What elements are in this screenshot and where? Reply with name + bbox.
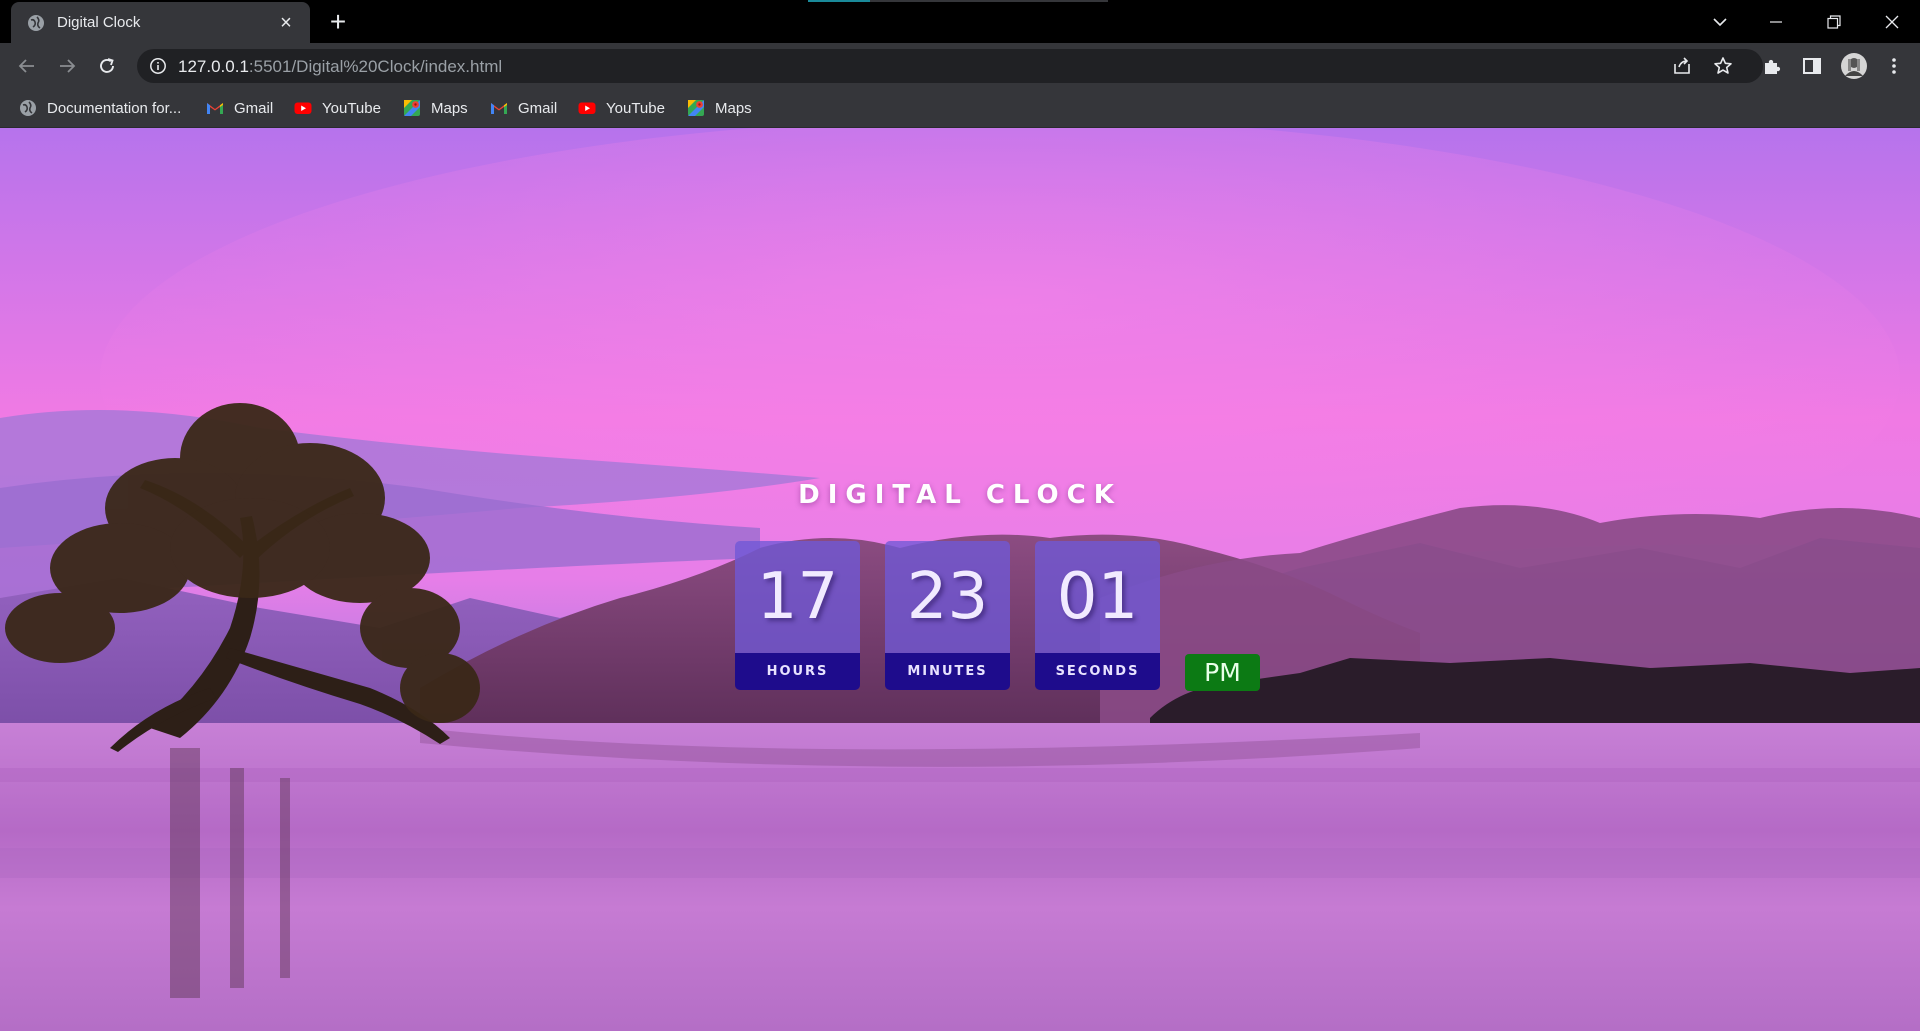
chevron-down-icon xyxy=(1713,17,1727,26)
tab-strip-indicator xyxy=(808,0,1108,2)
share-icon[interactable] xyxy=(1672,56,1692,76)
address-host: 127.0.0.1 xyxy=(178,57,249,76)
bookmark-star-icon[interactable] xyxy=(1713,56,1733,76)
profile-button[interactable] xyxy=(1840,52,1868,80)
info-icon[interactable] xyxy=(149,57,167,75)
back-button[interactable] xyxy=(12,51,42,81)
globe-icon xyxy=(28,14,44,31)
bookmark-label: Documentation for... xyxy=(47,99,182,117)
close-icon xyxy=(1885,15,1899,28)
forward-button[interactable] xyxy=(52,51,82,81)
extensions-button[interactable] xyxy=(1761,55,1783,77)
hours-unit: 17 HOURS xyxy=(735,541,860,690)
address-text[interactable]: 127.0.0.1:5501/Digital%20Clock/index.htm… xyxy=(178,57,502,77)
bookmark-documentation[interactable]: Documentation for... xyxy=(19,97,181,119)
address-path: :5501/Digital%20Clock/index.html xyxy=(248,57,503,76)
new-tab-button[interactable]: + xyxy=(324,8,352,36)
bookmark-maps[interactable]: Maps xyxy=(687,97,752,119)
bookmark-youtube[interactable]: YouTube xyxy=(578,97,665,119)
reload-button[interactable] xyxy=(92,51,122,81)
bookmark-label: YouTube xyxy=(322,99,381,117)
minimize-icon xyxy=(1770,20,1782,23)
puzzle-icon xyxy=(1765,59,1781,74)
bookmark-label: YouTube xyxy=(606,99,665,117)
browser-titlebar: Digital Clock × + xyxy=(0,0,1920,43)
seconds-value: 01 xyxy=(1035,541,1160,653)
arrow-left-icon xyxy=(18,59,34,73)
bookmarks-bar: Documentation for... Gmail YouTube Maps … xyxy=(0,88,1920,128)
tab-title: Digital Clock xyxy=(57,14,141,31)
kebab-menu-icon xyxy=(1892,58,1896,74)
bookmark-label: Gmail xyxy=(518,99,558,117)
browser-toolbar: 127.0.0.1:5501/Digital%20Clock/index.htm… xyxy=(0,43,1920,88)
tab-close-button[interactable]: × xyxy=(276,13,296,33)
minutes-label: MINUTES xyxy=(885,653,1010,690)
restore-button[interactable] xyxy=(1806,0,1862,43)
clock-title: DIGITAL CLOCK xyxy=(798,480,1122,510)
minutes-unit: 23 MINUTES xyxy=(885,541,1010,690)
bookmark-gmail[interactable]: Gmail xyxy=(490,97,557,119)
hours-label: HOURS xyxy=(735,653,860,690)
restore-icon xyxy=(1827,14,1841,29)
minimize-button[interactable] xyxy=(1748,0,1804,43)
gmail-icon xyxy=(207,103,223,114)
bookmark-youtube[interactable]: YouTube xyxy=(294,97,381,119)
maps-icon xyxy=(404,100,420,116)
menu-button[interactable] xyxy=(1883,55,1905,77)
bookmark-label: Maps xyxy=(715,99,752,117)
bookmark-maps[interactable]: Maps xyxy=(403,97,468,119)
gmail-icon xyxy=(491,103,507,114)
globe-icon xyxy=(20,100,36,116)
hours-value: 17 xyxy=(735,541,860,653)
side-panel-button[interactable] xyxy=(1801,55,1823,77)
tab-search-button[interactable] xyxy=(1692,0,1748,43)
close-window-button[interactable] xyxy=(1864,0,1920,43)
arrow-right-icon xyxy=(60,59,76,73)
seconds-unit: 01 SECONDS xyxy=(1035,541,1160,690)
period-badge: PM xyxy=(1185,654,1260,691)
address-bar[interactable]: 127.0.0.1:5501/Digital%20Clock/index.htm… xyxy=(137,49,1763,83)
bookmark-gmail[interactable]: Gmail xyxy=(206,97,273,119)
youtube-icon xyxy=(578,102,596,114)
seconds-label: SECONDS xyxy=(1035,653,1160,690)
youtube-icon xyxy=(294,102,312,114)
page-viewport: DIGITAL CLOCK 17 HOURS 23 MINUTES 01 SEC… xyxy=(0,128,1920,1031)
bookmark-label: Maps xyxy=(431,99,468,117)
side-panel-icon xyxy=(1803,58,1821,74)
avatar xyxy=(1841,53,1867,79)
minutes-value: 23 xyxy=(885,541,1010,653)
reload-icon xyxy=(100,58,114,73)
maps-icon xyxy=(688,100,704,116)
browser-tab[interactable]: Digital Clock × xyxy=(11,2,310,43)
bookmark-label: Gmail xyxy=(234,99,274,117)
